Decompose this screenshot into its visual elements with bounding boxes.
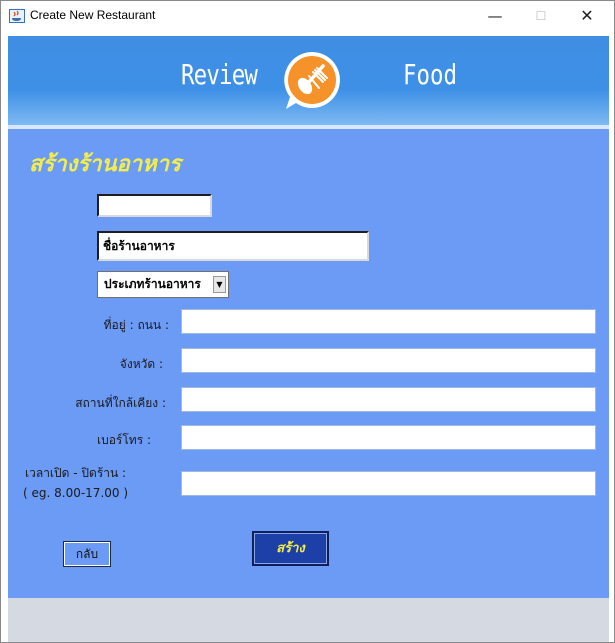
banner-text-left: Review <box>181 58 258 91</box>
province-input[interactable] <box>181 348 596 373</box>
id-input[interactable] <box>97 194 212 217</box>
footer-panel <box>8 598 609 642</box>
hours-label: เวลาเปิด - ปิดร้าน : <box>25 466 127 480</box>
address-label: ที่อยู่ : ถนน : <box>103 318 169 332</box>
address-input[interactable] <box>181 309 596 334</box>
title-bar[interactable]: Create New Restaurant — ☐ ✕ <box>1 1 614 31</box>
java-app-icon <box>9 9 25 23</box>
restaurant-type-value: ประเภทร้านอาหาร <box>104 277 201 291</box>
hours-hint: ( eg. 8.00-17.00 ) <box>23 486 129 500</box>
banner-text-right: Food <box>403 58 457 91</box>
phone-input[interactable] <box>181 425 596 450</box>
nearby-label: สถานที่ใกล้เคียง : <box>75 396 166 410</box>
restaurant-type-select[interactable]: ประเภทร้านอาหาร ▼ <box>97 271 229 298</box>
maximize-icon[interactable]: ☐ <box>518 1 564 31</box>
nearby-input[interactable] <box>181 387 596 412</box>
province-label: จังหวัด : <box>119 357 163 371</box>
hours-input[interactable] <box>181 471 596 496</box>
page-title: สร้างร้านอาหาร <box>29 152 181 177</box>
app-window: Create New Restaurant — ☐ ✕ Review Food … <box>0 0 615 643</box>
window-title: Create New Restaurant <box>30 8 156 22</box>
food-logo-icon <box>284 52 340 109</box>
phone-label: เบอร์โทร : <box>96 433 151 447</box>
back-button[interactable]: กลับ <box>63 541 111 567</box>
header-banner: Review Food <box>8 36 609 125</box>
dropdown-arrow-icon[interactable]: ▼ <box>213 276 226 293</box>
minimize-icon[interactable]: — <box>472 1 518 31</box>
close-icon[interactable]: ✕ <box>564 1 610 31</box>
restaurant-name-input[interactable]: ชื่อร้านอาหาร <box>97 231 369 261</box>
create-button[interactable]: สร้าง <box>252 531 329 566</box>
